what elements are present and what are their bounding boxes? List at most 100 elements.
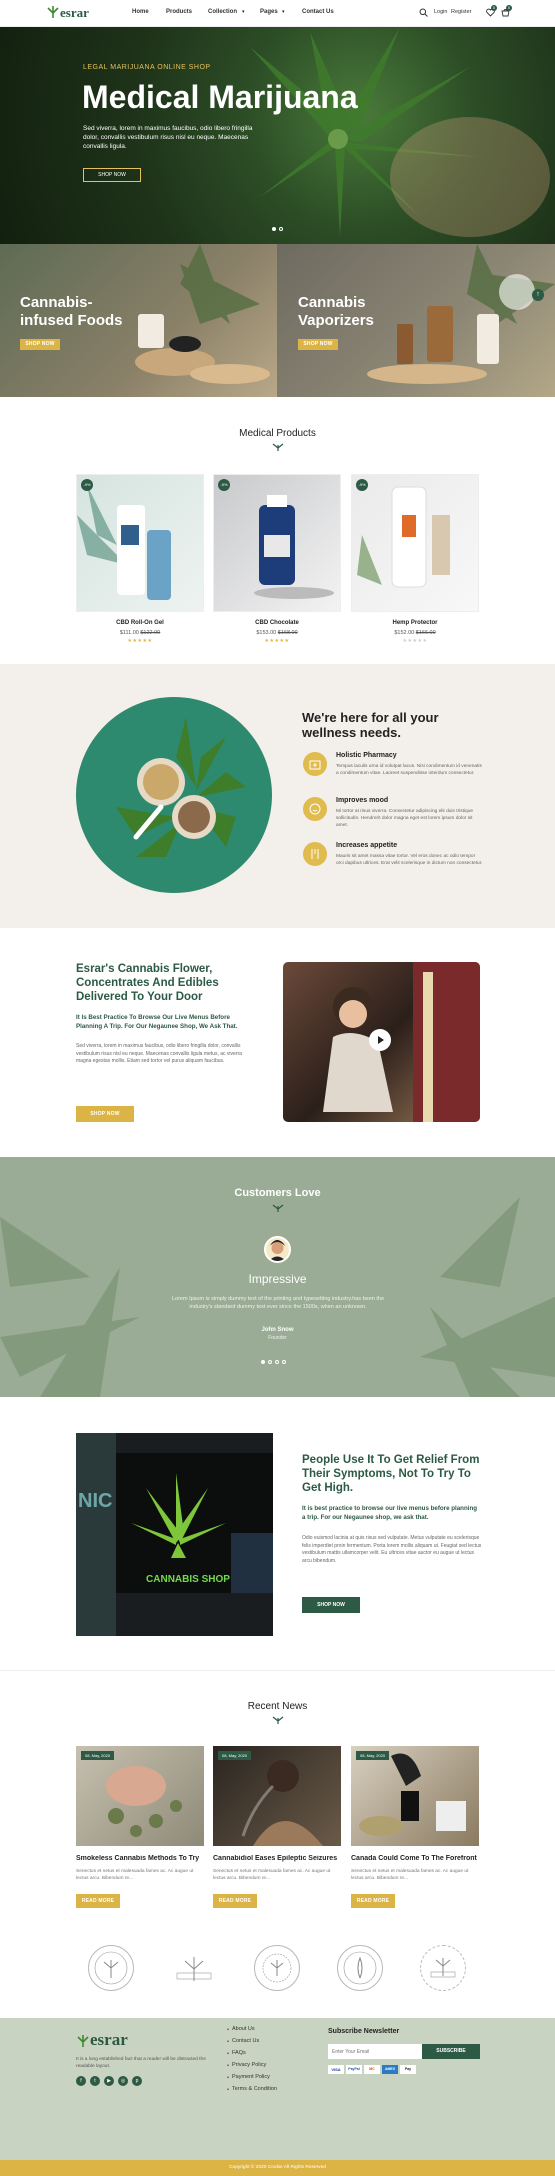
relief-subtitle: It is best practice to browse our live m… — [302, 1505, 478, 1521]
price-old: $122.00 — [140, 630, 161, 636]
footer-link-faqs[interactable]: FAQs — [232, 2050, 246, 2056]
testimonial-dot[interactable] — [268, 1360, 272, 1364]
banner-vaporizers-button[interactable]: SHOP NOW — [298, 339, 338, 350]
news-title[interactable]: Canada Could Come To The Forefront — [351, 1855, 479, 1862]
slider-dot[interactable] — [272, 227, 276, 231]
banner-foods-button[interactable]: SHOP NOW — [20, 339, 60, 350]
banner-foods-title: Cannabis-infused Foods — [20, 294, 123, 329]
footer-link-payment[interactable]: Payment Policy — [232, 2074, 270, 2080]
flower-shop-now-button[interactable]: SHOP NOW — [76, 1106, 134, 1122]
play-button[interactable] — [369, 1029, 391, 1051]
shop-sign-side-text: NIC — [78, 1490, 113, 1512]
testimonial-dot[interactable] — [275, 1360, 279, 1364]
testimonial-dot[interactable] — [282, 1360, 286, 1364]
news-read-more-button[interactable]: READ MORE — [76, 1894, 120, 1908]
nav-home[interactable]: Home — [132, 9, 149, 15]
nav-collection[interactable]: Collection — [208, 9, 237, 15]
testimonial-section-title: Customers Love — [234, 1187, 321, 1199]
product-image[interactable] — [76, 474, 204, 612]
testimonial-heading: Impressive — [248, 1272, 307, 1286]
nav-pages[interactable]: Pages — [260, 9, 278, 15]
pinterest-icon[interactable]: p — [132, 2076, 142, 2086]
twitter-icon[interactable]: t — [90, 2076, 100, 2086]
feature-text: Tempus iaculis urna id volutpat lacus. N… — [336, 764, 482, 776]
news-excerpt: Senectus et netus et malesuada fames ac.… — [76, 1869, 194, 1881]
copyright: Copyright © 2020 Cookie All Rights Reser… — [0, 2160, 555, 2176]
footer-link-about[interactable]: About Us — [232, 2026, 255, 2032]
visa-icon: VISA — [328, 2065, 344, 2074]
news-read-more-button[interactable]: READ MORE — [213, 1894, 257, 1908]
logo-leaf-icon[interactable] — [76, 2034, 90, 2048]
feature-title: Holistic Pharmacy — [336, 752, 397, 759]
partner-logo[interactable] — [171, 1945, 217, 1991]
news-image[interactable] — [76, 1746, 204, 1846]
footer-link-terms[interactable]: Terms & Condition — [232, 2086, 277, 2092]
partner-logo[interactable] — [88, 1945, 134, 1991]
relief-shop-now-button[interactable]: SHOP NOW — [302, 1597, 360, 1613]
hero-title: Medical Marijuana — [82, 79, 358, 115]
hero-shop-now-button[interactable]: SHOP NOW — [83, 168, 141, 182]
appetite-icon — [303, 842, 327, 866]
newsletter-email-input[interactable] — [328, 2044, 422, 2059]
footer-link-contact[interactable]: Contact Us — [232, 2038, 259, 2044]
amex-icon: AMEX — [382, 2065, 398, 2074]
product-price: $153.00 $168.00 — [213, 630, 341, 636]
logo-leaf-icon[interactable] — [46, 5, 60, 19]
hero-eyebrow: LEGAL MARIJUANA ONLINE SHOP — [83, 64, 211, 71]
banner-foods[interactable]: Cannabis-infused Foods SHOP NOW — [0, 244, 277, 397]
mood-icon — [303, 797, 327, 821]
slider-dot[interactable] — [279, 227, 283, 231]
news-excerpt: Senectus et netus et malesuada fames ac.… — [213, 1869, 331, 1881]
news-read-more-button[interactable]: READ MORE — [351, 1894, 395, 1908]
register-link[interactable]: Register — [451, 9, 471, 15]
nav-products[interactable]: Products — [166, 9, 192, 15]
product-image[interactable] — [351, 474, 479, 612]
cannabis-shop-image — [76, 1433, 273, 1636]
shop-sign-text: CANNABIS SHOP — [146, 1574, 230, 1585]
news-image[interactable] — [213, 1746, 341, 1846]
footer-logo[interactable]: esrar — [90, 2030, 128, 2050]
partner-logo[interactable] — [420, 1945, 466, 1991]
login-link[interactable]: Login — [434, 9, 447, 15]
news-image[interactable] — [351, 1746, 479, 1846]
hero-slider: LEGAL MARIJUANA ONLINE SHOP Medical Mari… — [0, 27, 555, 244]
product-price: $111.00 $122.00 — [76, 630, 204, 636]
news-date-badge: 08, May, 2020 — [218, 1751, 252, 1760]
product-price: $152.00 $166.00 — [351, 630, 479, 636]
footer-bullet: • — [227, 2027, 229, 2033]
testimonial-role: Founder — [268, 1335, 287, 1341]
testimonial-dot[interactable] — [261, 1360, 265, 1364]
rating-stars: ★★★★★ — [402, 638, 428, 644]
product-image[interactable] — [213, 474, 341, 612]
product-name[interactable]: Hemp Protector — [351, 620, 479, 626]
footer-bullet: • — [227, 2039, 229, 2045]
news-title[interactable]: Smokeless Cannabis Methods To Try — [76, 1855, 204, 1862]
facebook-icon[interactable]: f — [76, 2076, 86, 2086]
news-section-title: Recent News — [247, 1701, 308, 1712]
news-title[interactable]: Cannabidiol Eases Epileptic Seizures — [213, 1855, 341, 1862]
instagram-icon[interactable]: ◎ — [118, 2076, 128, 2086]
footer-link-privacy[interactable]: Privacy Policy — [232, 2062, 266, 2068]
site-logo[interactable]: esrar — [60, 5, 89, 21]
relief-title: People Use It To Get Relief From Their S… — [302, 1454, 480, 1494]
product-name[interactable]: CBD Roll-On Gel — [76, 620, 204, 626]
wellness-title: We're here for all your wellness needs. — [302, 710, 439, 740]
search-icon[interactable] — [419, 8, 428, 17]
products-section-title: Medical Products — [239, 428, 316, 439]
avatar — [264, 1236, 291, 1263]
mastercard-icon: MC — [364, 2065, 380, 2074]
flower-subtitle: It Is Best Practice To Browse Our Live M… — [76, 1014, 238, 1030]
banner-vaporizers[interactable]: Cannabis Vaporizers SHOP NOW ↑ — [277, 244, 555, 397]
discount-badge: -9% — [218, 479, 230, 491]
leaf-divider-icon — [271, 1716, 285, 1724]
scroll-to-top-icon[interactable]: ↑ — [532, 289, 544, 301]
nav-contact[interactable]: Contact Us — [302, 9, 334, 15]
partner-logo[interactable] — [254, 1945, 300, 1991]
news-excerpt: Senectus et netus et malesuada fames ac.… — [351, 1869, 469, 1881]
partner-logo[interactable] — [337, 1945, 383, 1991]
product-name[interactable]: CBD Chocolate — [213, 620, 341, 626]
subscribe-button[interactable]: SUBSCRIBE — [422, 2044, 480, 2059]
youtube-icon[interactable]: ▶ — [104, 2076, 114, 2086]
news-date-badge: 08, May, 2020 — [356, 1751, 390, 1760]
price-old: $168.00 — [277, 630, 298, 636]
